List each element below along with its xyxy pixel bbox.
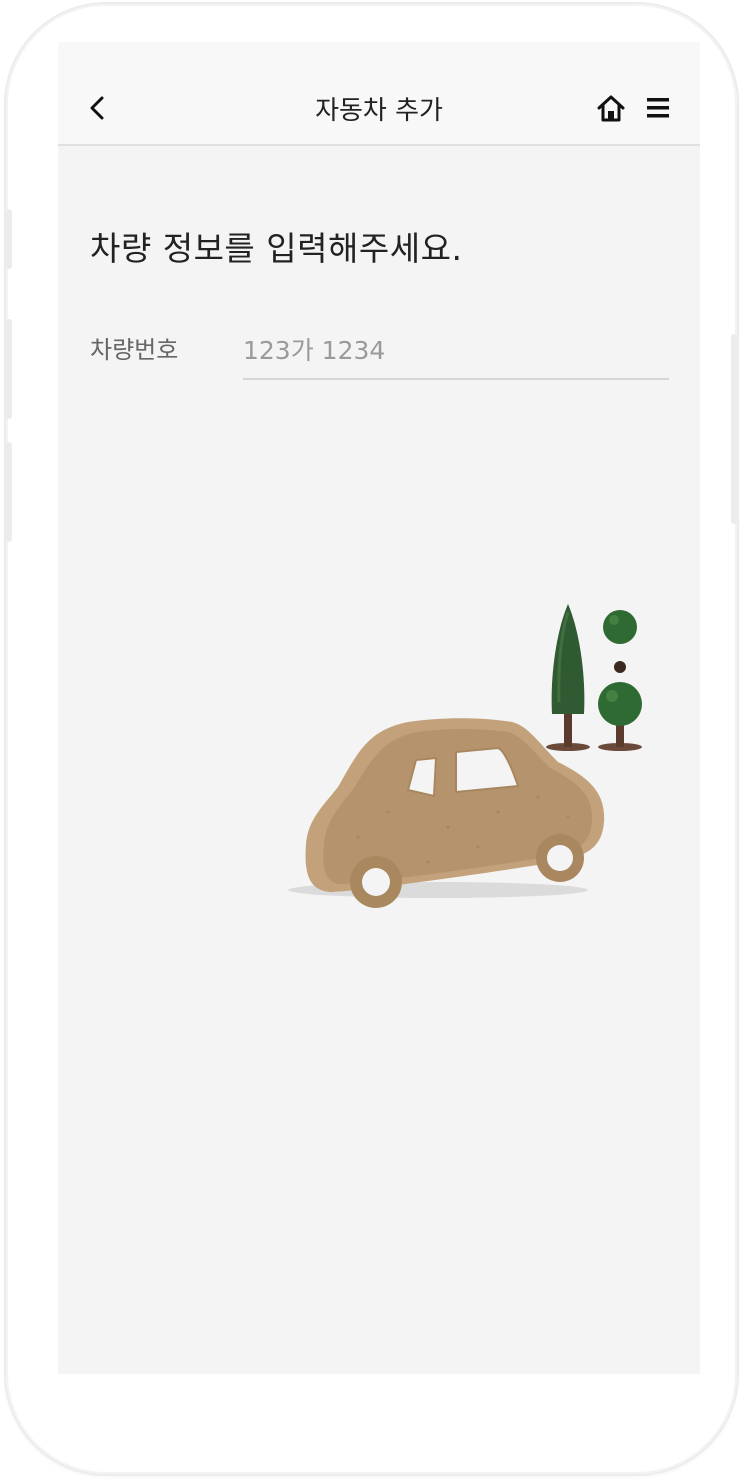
- menu-button[interactable]: [644, 94, 674, 124]
- hamburger-menu-icon: [647, 98, 669, 118]
- toy-car-illustration: [288, 604, 642, 908]
- home-button[interactable]: [596, 94, 626, 124]
- home-icon: [597, 95, 625, 122]
- instruction-heading: 차량 정보를 입력해주세요.: [90, 229, 463, 268]
- mute-switch: [6, 209, 12, 269]
- power-button: [731, 334, 737, 524]
- cone-tree: [546, 604, 590, 751]
- plate-number-input[interactable]: [243, 322, 669, 380]
- plate-number-label: 차량번호: [90, 336, 179, 364]
- app-header: 자동차 추가: [58, 42, 700, 146]
- topiary-tree: [598, 610, 642, 751]
- volume-down-button: [6, 442, 12, 542]
- phone-frame: 자동차 추가 차량 정보를 입력해주세요. 차량번호: [6, 4, 737, 1474]
- volume-up-button: [6, 319, 12, 419]
- app-screen: 자동차 추가 차량 정보를 입력해주세요. 차량번호: [58, 42, 700, 1374]
